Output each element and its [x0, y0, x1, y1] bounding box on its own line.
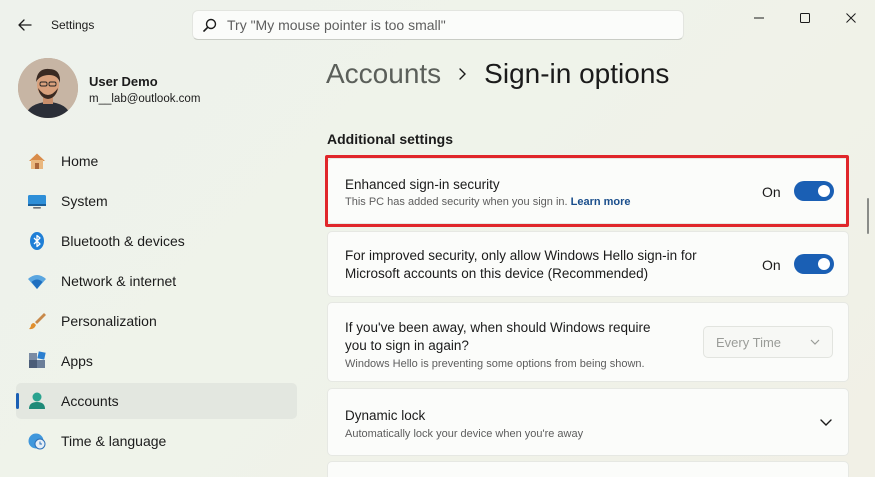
minimize-icon [754, 17, 764, 19]
maximize-icon [800, 13, 810, 23]
app-title: Settings [51, 18, 95, 32]
scrollbar-thumb[interactable] [867, 198, 869, 234]
setting-title: Enhanced sign-in security [345, 177, 500, 192]
setting-description: Windows Hello is preventing some options… [345, 358, 645, 370]
sidebar-item-home[interactable]: Home [16, 143, 297, 179]
search-icon [203, 18, 217, 32]
search-box[interactable] [192, 10, 684, 40]
toggle-knob [818, 258, 830, 270]
setting-next-partial [327, 461, 849, 477]
chevron-down-icon [810, 339, 820, 345]
bluetooth-icon [27, 231, 47, 251]
toggle-state-label: On [762, 184, 781, 200]
setting-title: For improved security, only allow Window… [345, 248, 697, 281]
setting-title: Dynamic lock [345, 408, 426, 423]
avatar [18, 58, 78, 118]
search-input[interactable] [227, 17, 667, 33]
breadcrumb: Accounts Sign-in options [326, 58, 669, 90]
network-icon [27, 271, 47, 291]
sidebar-item-network-internet[interactable]: Network & internet [16, 263, 297, 299]
close-icon [846, 13, 856, 23]
dropdown-value: Every Time [716, 334, 782, 350]
sidebar-nav: Home System Bluetooth & devices Network … [16, 143, 297, 463]
chevron-right-icon [458, 67, 467, 81]
sidebar-item-bluetooth-devices[interactable]: Bluetooth & devices [16, 223, 297, 259]
setting-description: Automatically lock your device when you'… [345, 428, 584, 440]
toggle-knob [818, 185, 830, 197]
learn-more-link[interactable]: Learn more [571, 196, 631, 208]
home-icon [27, 151, 47, 171]
maximize-button[interactable] [793, 8, 817, 28]
setting-windows-hello-only: For improved security, only allow Window… [327, 231, 849, 297]
breadcrumb-parent[interactable]: Accounts [326, 58, 441, 90]
back-button[interactable] [12, 12, 38, 38]
section-title: Additional settings [327, 131, 453, 147]
chevron-down-icon[interactable] [820, 419, 832, 427]
enhanced-security-toggle[interactable] [794, 181, 834, 201]
globe-clock-icon [27, 431, 47, 451]
back-arrow-icon [18, 19, 32, 31]
accounts-icon [27, 391, 47, 411]
minimize-button[interactable] [747, 8, 771, 28]
brush-icon [27, 311, 47, 331]
setting-title: If you've been away, when should Windows… [345, 320, 651, 353]
user-name: User Demo [89, 74, 158, 89]
setting-enhanced-sign-in-security: Enhanced sign-in security This PC has ad… [327, 158, 849, 224]
sidebar-item-system[interactable]: System [16, 183, 297, 219]
close-button[interactable] [839, 8, 863, 28]
require-sign-in-dropdown[interactable]: Every Time [703, 326, 833, 358]
system-icon [27, 191, 47, 211]
title-bar: Settings [0, 0, 875, 48]
active-indicator [16, 393, 19, 409]
apps-icon [27, 351, 47, 371]
setting-dynamic-lock[interactable]: Dynamic lock Automatically lock your dev… [327, 388, 849, 456]
sidebar-item-personalization[interactable]: Personalization [16, 303, 297, 339]
toggle-state-label: On [762, 257, 781, 273]
windows-hello-only-toggle[interactable] [794, 254, 834, 274]
sidebar-item-apps[interactable]: Apps [16, 343, 297, 379]
page-title: Sign-in options [484, 58, 670, 89]
sidebar-item-time-language[interactable]: Time & language [16, 423, 297, 459]
sidebar-item-accounts[interactable]: Accounts [16, 383, 297, 419]
setting-description: This PC has added security when you sign… [345, 196, 631, 208]
user-email: m__lab@outlook.com [89, 93, 201, 105]
